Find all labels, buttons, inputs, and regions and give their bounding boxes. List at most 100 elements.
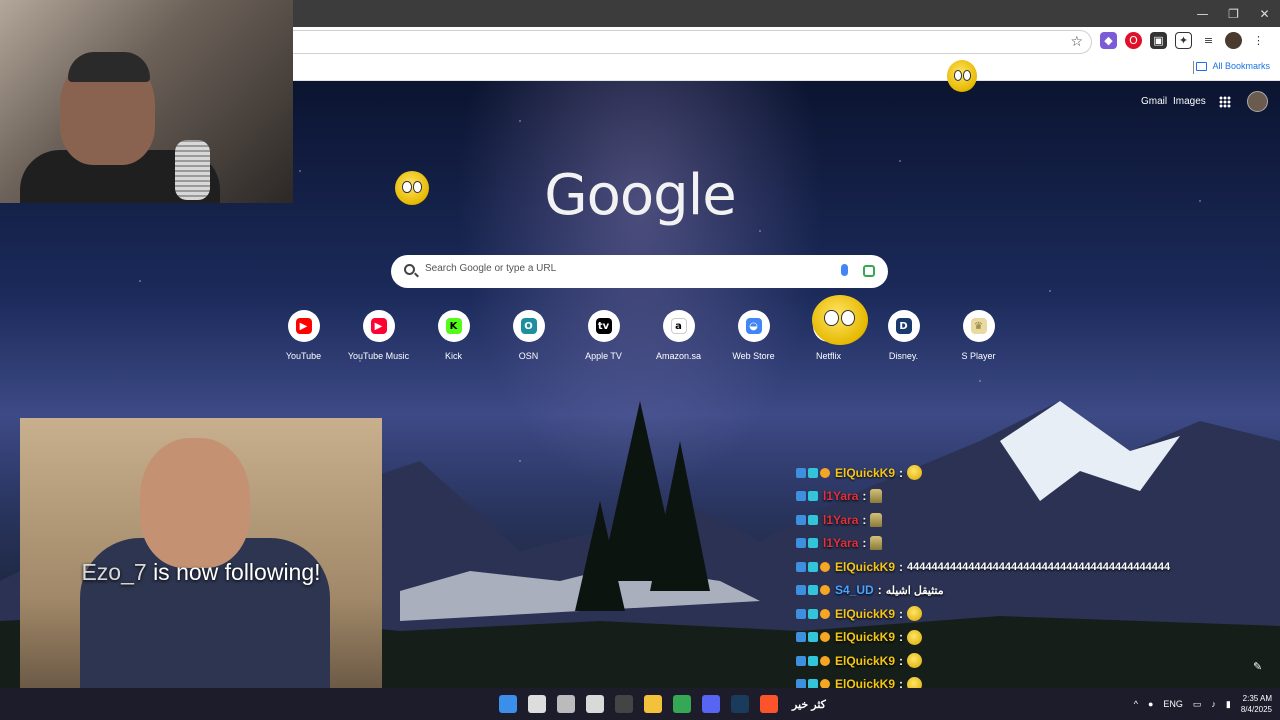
address-bar[interactable]: ☆: [262, 30, 1092, 54]
minimize-button[interactable]: —: [1187, 0, 1218, 27]
bee-emote-icon: [907, 465, 923, 481]
shortcut-label: OSN: [518, 351, 539, 361]
images-link[interactable]: Images: [1173, 96, 1206, 107]
chat-badge-icon: [808, 467, 818, 478]
shortcut-label: Web Store: [732, 351, 775, 361]
chat-separator: :: [899, 606, 904, 621]
chat-username: ElQuickK9: [835, 465, 896, 480]
chat-username: l1Yara: [823, 489, 859, 504]
microphone-tray-icon[interactable]: ●: [1148, 699, 1153, 709]
profile-avatar-icon[interactable]: [1225, 32, 1242, 49]
chat-badge-icon: [796, 655, 806, 666]
chat-badge-icon: [808, 491, 818, 502]
alert-gif-face: [140, 438, 250, 568]
start-icon[interactable]: [499, 695, 517, 713]
shortcut-tile: ▶: [362, 310, 395, 342]
microphone-icon: [175, 140, 210, 200]
shield-extension-icon[interactable]: ◆: [1100, 32, 1117, 49]
chat-message: l1Yara:: [796, 508, 1216, 532]
window-controls: — ❐ ✕: [1187, 0, 1280, 27]
shortcut-amazon[interactable]: a Amazon.sa: [641, 310, 716, 370]
chat-text: متثيقل اشيله: [885, 584, 944, 597]
menu-kebab-icon[interactable]: ⋮: [1250, 32, 1267, 49]
gmail-link[interactable]: Gmail: [1141, 96, 1167, 107]
file-explorer-icon[interactable]: [644, 695, 662, 713]
capture-extension-icon[interactable]: ▣: [1150, 32, 1167, 49]
search-box[interactable]: [391, 255, 888, 288]
search-input[interactable]: [425, 263, 825, 274]
chat-separator: :: [862, 512, 867, 527]
steam-icon[interactable]: [731, 695, 749, 713]
chat-badge-icon: [796, 491, 806, 502]
shortcut-youtube-music[interactable]: ▶ YouTube Music: [341, 310, 416, 370]
chat-badge-icon: [796, 561, 806, 572]
shortcut-kick[interactable]: K Kick: [416, 310, 491, 370]
google-apps-icon[interactable]: [1219, 96, 1231, 108]
discord-icon[interactable]: [702, 695, 720, 713]
chat-separator: :: [899, 630, 904, 645]
customize-pencil-icon[interactable]: ✎: [1253, 660, 1262, 673]
shortcut-s-player[interactable]: ♛ S Player: [941, 310, 1016, 370]
follow-alert: Ezo_7 is now following! peacock: [20, 418, 382, 720]
clock-date: 8/4/2025: [1240, 705, 1272, 714]
puzzle-extensions-icon[interactable]: ✦: [1175, 32, 1192, 49]
chat-message: l1Yara:: [796, 532, 1216, 556]
google-account-avatar[interactable]: [1247, 91, 1268, 112]
taskbar-apps: [499, 695, 778, 713]
shortcuts-grid: ▶ YouTube ▶ YouTube Music K Kick O OSN t…: [266, 310, 1016, 370]
folder-icon: [1196, 61, 1208, 71]
language-indicator[interactable]: ENG: [1163, 699, 1183, 709]
web-store-icon: ◒: [745, 318, 762, 334]
shortcut-tile: O: [512, 310, 545, 342]
search-icon[interactable]: [528, 695, 546, 713]
media-controls-icon[interactable]: ≡: [1200, 32, 1217, 49]
battery-icon[interactable]: ▮: [1226, 699, 1231, 710]
chat-separator: :: [899, 465, 904, 480]
chat-badge-icon: [808, 514, 818, 525]
chat-badge-icon: [796, 585, 806, 596]
shortcut-disney[interactable]: D Disney.: [866, 310, 941, 370]
bee-emote-icon: [395, 171, 429, 205]
chat-message: S4_UD: متثيقل اشيله: [796, 579, 1216, 603]
bee-emote-icon: [812, 295, 868, 345]
shortcut-youtube[interactable]: ▶ YouTube: [266, 310, 341, 370]
chevron-up-icon[interactable]: ^: [1134, 699, 1138, 709]
shortcut-tile: tv: [587, 310, 620, 342]
network-icon[interactable]: ▭: [1193, 699, 1202, 710]
close-button[interactable]: ✕: [1249, 0, 1280, 27]
chat-badge-icon: [820, 632, 830, 643]
chat-badge-icon: [796, 514, 806, 525]
volume-icon[interactable]: ♪: [1211, 699, 1216, 709]
chat-message: ElQuickK9:: [796, 649, 1216, 673]
shortcut-label: YouTube: [285, 351, 322, 361]
shortcut-osn[interactable]: O OSN: [491, 310, 566, 370]
store-icon[interactable]: [586, 695, 604, 713]
bee-emote-icon: [907, 606, 923, 622]
all-bookmarks-button[interactable]: All Bookmarks: [1196, 61, 1270, 71]
opera-extension-icon[interactable]: O: [1125, 32, 1142, 49]
chat-badge-icon: [808, 561, 818, 572]
youtube-icon: ▶: [295, 318, 312, 334]
youtube-music-icon: ▶: [370, 318, 387, 334]
clock[interactable]: 2:35 AM 8/4/2025: [1241, 693, 1272, 715]
chat-badge-icon: [820, 585, 830, 596]
chat-username: ElQuickK9: [835, 653, 896, 668]
brave-icon[interactable]: [760, 695, 778, 713]
voice-search-icon[interactable]: [841, 264, 848, 276]
chat-separator: :: [862, 536, 867, 551]
chat-badge-icon: [820, 561, 830, 572]
google-lens-icon[interactable]: [863, 265, 875, 277]
chat-badge-icon: [808, 632, 818, 643]
obs-icon[interactable]: [615, 695, 633, 713]
shortcut-apple-tv[interactable]: tv Apple TV: [566, 310, 641, 370]
chrome-icon[interactable]: [673, 695, 691, 713]
webcam-overlay: [0, 0, 293, 203]
task-view-icon[interactable]: [557, 695, 575, 713]
disney-icon: D: [895, 318, 912, 334]
kick-icon: K: [445, 318, 462, 334]
shortcut-web-store[interactable]: ◒ Web Store: [716, 310, 791, 370]
follow-message: is now following!: [153, 559, 321, 585]
bookmark-star-icon[interactable]: ☆: [1070, 34, 1083, 50]
follow-alert-text: Ezo_7 is now following!: [20, 559, 382, 586]
restore-button[interactable]: ❐: [1218, 0, 1249, 27]
